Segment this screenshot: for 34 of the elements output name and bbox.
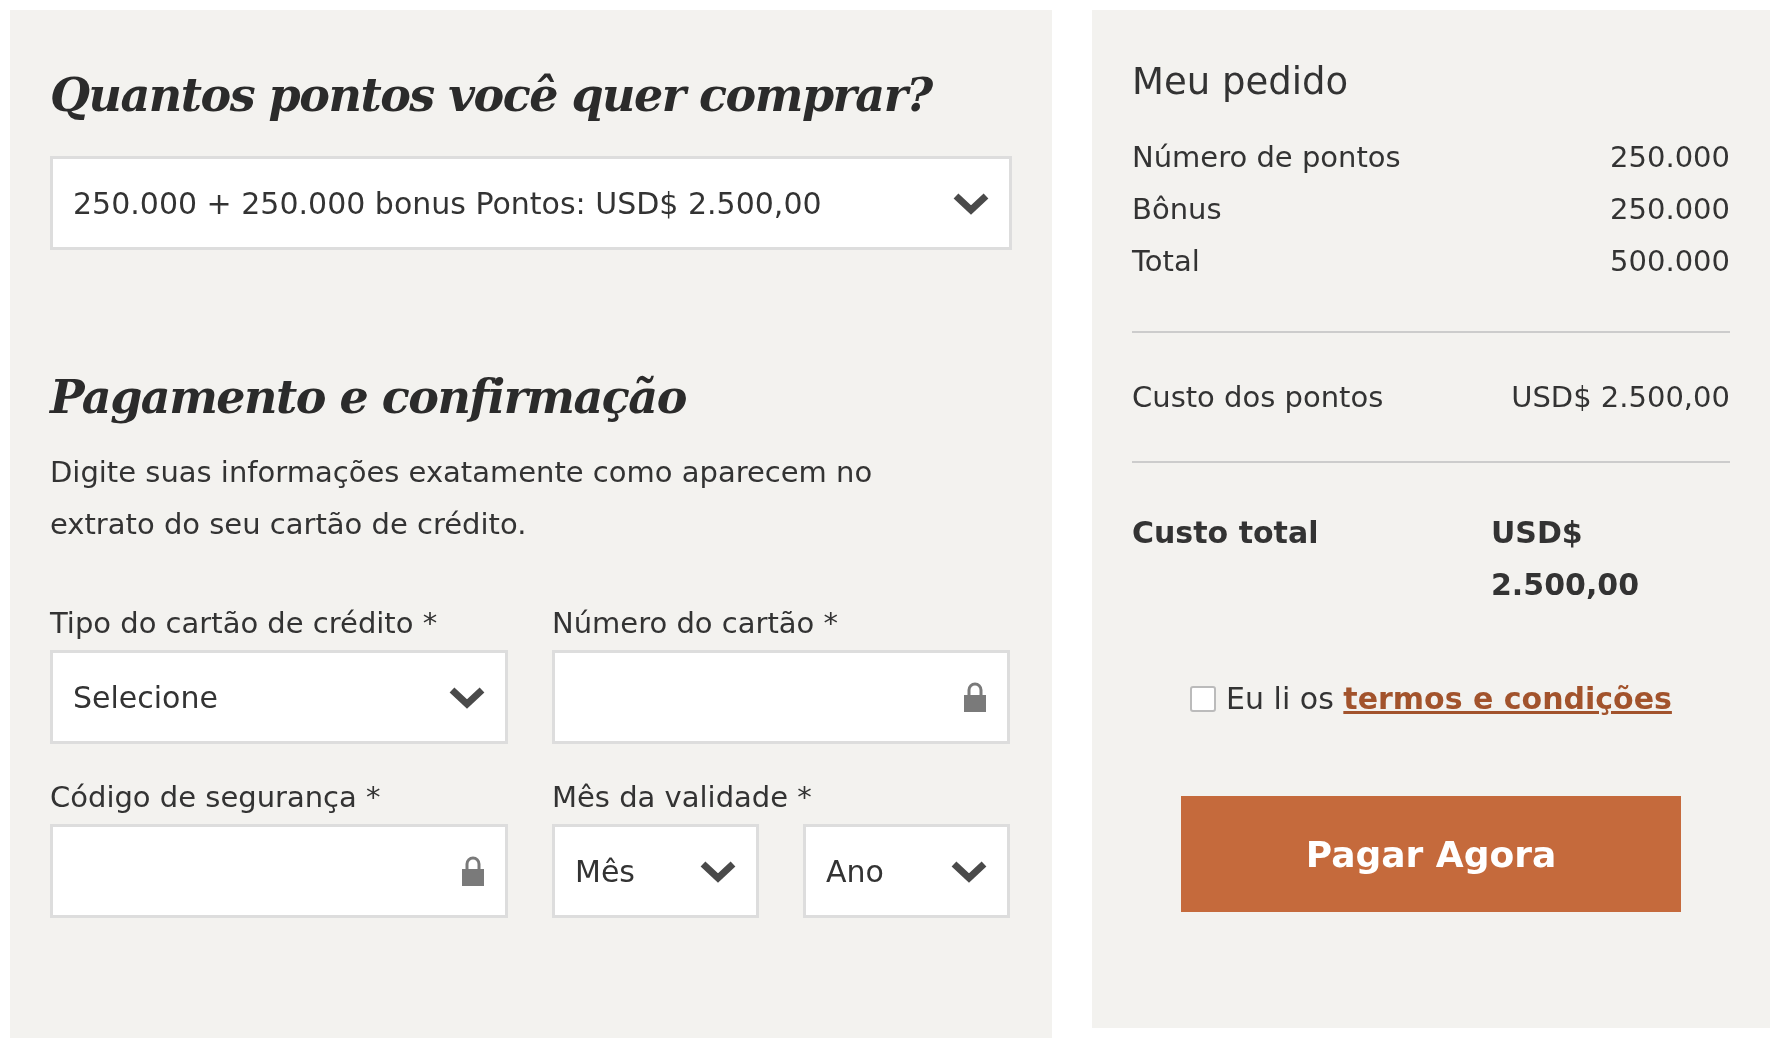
panel-title: Meu pedido (1132, 60, 1350, 103)
summary-label: Número de pontos (1132, 139, 1401, 176)
input-field[interactable] (50, 824, 508, 918)
lock-icon (461, 856, 485, 886)
summary-label: Total (1132, 243, 1200, 280)
summary-label: Custo dos pontos (1132, 379, 1384, 416)
section-heading: Quantos pontos você quer comprar? (50, 68, 934, 122)
field-label: Número do cartão * (552, 606, 840, 640)
section-heading: Pagamento e confirmação (50, 370, 687, 424)
total-value: USD$ 2.500,00 (1491, 514, 1641, 604)
lock-icon (963, 682, 987, 712)
dropdown[interactable]: Mês (552, 824, 759, 918)
field-label: Mês da validade * (552, 780, 813, 814)
input-field[interactable] (552, 650, 1010, 744)
instructions-text: Digite suas informações exatamente como aparecem no extrato do seu cartão de crédito. (50, 454, 874, 543)
summary-label: Bônus (1132, 191, 1222, 228)
summary-value: 250.000 (1610, 191, 1730, 228)
chevron-down-icon (953, 191, 989, 215)
terms-text: Eu li os termos e condições (1226, 681, 1672, 716)
pay-button[interactable]: Pagar Agora (1181, 796, 1681, 912)
total-label: Custo total (1132, 514, 1320, 552)
terms-link[interactable]: termos e condições (1343, 681, 1672, 716)
summary-value: 250.000 (1610, 139, 1730, 176)
dropdown[interactable]: Selecione (50, 650, 508, 744)
summary-value: USD$ 2.500,00 (1511, 379, 1730, 416)
chevron-down-icon (700, 859, 736, 883)
dropdown[interactable]: Ano (803, 824, 1010, 918)
checkbox[interactable] (1190, 685, 1217, 712)
field-label: Tipo do cartão de crédito * (50, 606, 439, 640)
chevron-down-icon (951, 859, 987, 883)
chevron-down-icon (449, 685, 485, 709)
summary-value: 500.000 (1610, 243, 1730, 280)
field-label: Código de segurança * (50, 780, 382, 814)
dropdown[interactable]: 250.000 + 250.000 bonus Pontos: USD$ 2.500,00 (50, 156, 1012, 250)
